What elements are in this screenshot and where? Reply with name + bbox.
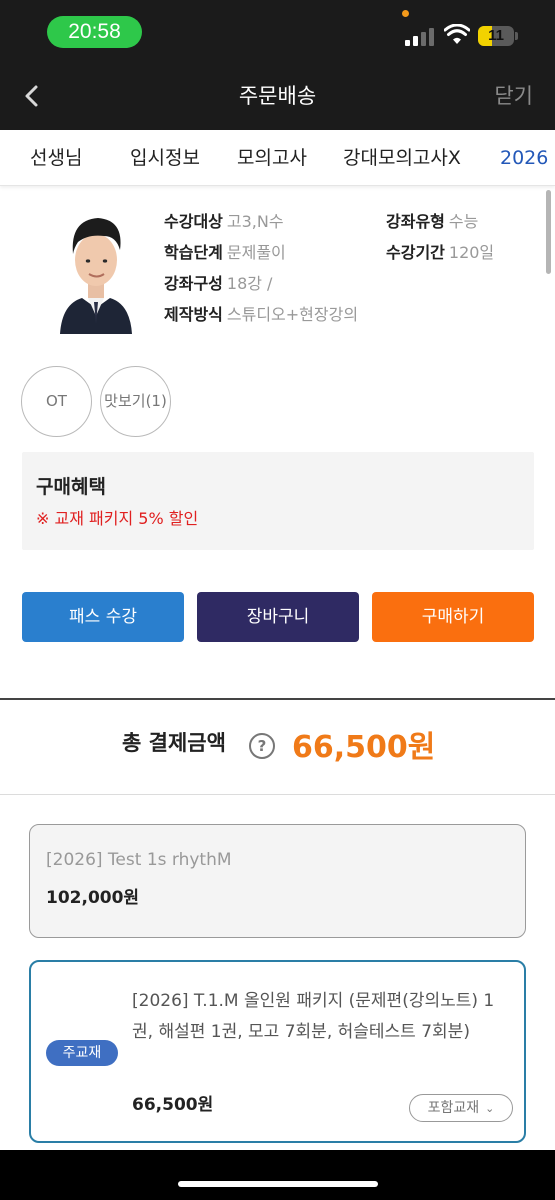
chevron-left-icon[interactable] xyxy=(18,82,46,110)
buy-button[interactable]: 구매하기 xyxy=(372,592,534,642)
total-label: 총 결제금액 xyxy=(122,731,226,755)
tab-kangdae-mock-exam[interactable]: 강대모의고사X xyxy=(343,130,461,185)
course-item-card[interactable]: [2026] Test 1s rhythM 102,000원 xyxy=(29,824,526,938)
tab-mock-exam[interactable]: 모의고사 xyxy=(237,130,307,185)
info-stage: 학습단계 문제풀이 xyxy=(164,243,286,262)
home-indicator[interactable] xyxy=(178,1181,378,1187)
status-bar: 20:58 11 xyxy=(0,0,555,62)
course-price: 102,000원 xyxy=(46,888,140,908)
app-header: 주문배송 닫기 xyxy=(0,62,555,130)
info-target: 수강대상 고3,N수 xyxy=(164,212,284,231)
course-name: [2026] Test 1s rhythM xyxy=(46,850,232,870)
privacy-indicator-dot xyxy=(402,10,409,17)
close-button[interactable]: 닫기 xyxy=(494,62,533,130)
teacher-avatar xyxy=(60,218,132,334)
info-type: 강좌유형 수능 xyxy=(386,212,479,231)
included-books-label: 포함교재 xyxy=(427,1100,480,1116)
page-title: 주문배송 xyxy=(238,84,317,108)
chevron-down-icon: ⌄ xyxy=(485,1102,495,1115)
battery-icon: 11 xyxy=(478,26,514,46)
book-item-card[interactable]: 주교재 [2026] T.1.M 올인원 패키지 (문제편(강의노트) 1권, … xyxy=(29,960,526,1143)
pass-enroll-button[interactable]: 패스 수강 xyxy=(22,592,184,642)
info-period: 수강기간 120일 xyxy=(386,243,495,262)
main-textbook-badge: 주교재 xyxy=(46,1040,118,1066)
ot-button[interactable]: OT xyxy=(21,366,92,437)
tab-admissions-info[interactable]: 입시정보 xyxy=(130,130,200,185)
book-name: [2026] T.1.M 올인원 패키지 (문제편(강의노트) 1권, 해설편 … xyxy=(132,991,495,1042)
benefit-note: ※ 교재 패키지 5% 할인 xyxy=(36,509,199,528)
category-tabs: 선생님 입시정보 모의고사 강대모의고사X 2026 고 xyxy=(0,130,555,186)
scrollbar[interactable] xyxy=(546,190,551,274)
included-books-button[interactable]: 포함교재 ⌄ xyxy=(409,1094,513,1122)
wifi-icon xyxy=(444,24,470,44)
clock: 20:58 xyxy=(47,16,142,48)
tab-2026[interactable]: 2026 고 xyxy=(500,130,555,185)
purchase-benefit-box: 구매혜택 ※ 교재 패키지 5% 할인 xyxy=(22,452,534,550)
cart-button[interactable]: 장바구니 xyxy=(197,592,359,642)
benefit-title: 구매혜택 xyxy=(36,476,106,498)
tab-teachers[interactable]: 선생님 xyxy=(30,130,82,185)
question-circle-icon[interactable]: ? xyxy=(249,733,275,759)
home-indicator-area xyxy=(0,1150,555,1200)
sample-lecture-button[interactable]: 맛보기(1) xyxy=(100,366,171,437)
info-composition: 강좌구성 18강 / xyxy=(164,274,273,293)
info-production: 제작방식 스튜디오+현장강의 xyxy=(164,305,359,324)
cellular-signal-icon xyxy=(405,28,435,46)
total-amount: 66,500원 xyxy=(292,730,436,765)
content: 선생님 입시정보 모의고사 강대모의고사X 2026 고 수강대상고3,N수 강… xyxy=(0,130,555,1150)
sheet-divider xyxy=(0,698,555,700)
divider xyxy=(0,794,555,795)
battery-level: 11 xyxy=(488,27,504,44)
book-price: 66,500원 xyxy=(132,1095,214,1115)
